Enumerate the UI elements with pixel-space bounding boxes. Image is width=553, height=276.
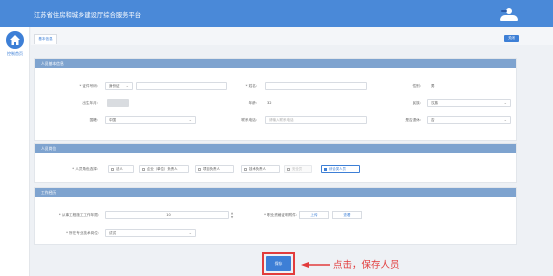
checkbox-icon xyxy=(287,168,290,171)
position-select[interactable]: 试试 ⌄ xyxy=(105,229,196,237)
years-label: * 从事工程施工工作年限: xyxy=(58,213,99,217)
app-title: 江苏省住房和城乡建设厅综合服务平台 xyxy=(34,12,142,19)
checkbox-icon xyxy=(244,168,247,171)
nationality-label: 国籍: xyxy=(89,118,98,122)
role-card: 人员岗位 * 人员角色选择: 法人 企业（单位）负责人 项目负责人 技术负责人 … xyxy=(34,143,517,183)
nationality-select[interactable]: 中国 ⌄ xyxy=(105,116,196,124)
work-card: 工作经历 * 从事工程施工工作年限: 10 ▲ ▼ * 职业资格证明附件: 上传… xyxy=(34,187,517,245)
gender-label: 性别: xyxy=(412,84,421,88)
birth-value-redacted xyxy=(107,99,129,107)
role-option-tech-head[interactable]: 技术负责人 xyxy=(241,165,280,173)
view-button[interactable]: 查看 xyxy=(332,211,362,219)
chevron-down-icon: ⌄ xyxy=(503,100,507,105)
years-input[interactable]: 10 xyxy=(105,211,229,219)
main-content: 基本信息 关闭 人员基本信息 * 证件号码: 身份证 ⌄ * 姓名: 性别: 男… xyxy=(31,27,553,276)
ethnicity-label: 民族: xyxy=(412,101,421,105)
chevron-down-icon: ⌄ xyxy=(188,117,192,122)
save-button[interactable]: 保存 xyxy=(266,256,291,271)
checkbox-icon xyxy=(142,168,145,171)
nationality-value: 中国 xyxy=(109,118,116,122)
chevron-down-icon: ⌄ xyxy=(503,117,507,122)
ethnicity-select[interactable]: 汉族 ⌄ xyxy=(427,99,511,107)
position-value: 试试 xyxy=(109,231,116,235)
ethnicity-value: 汉族 xyxy=(431,101,438,105)
contact-input[interactable]: 请输入联系电话 xyxy=(265,116,367,124)
position-label: * 所在专业技术岗位: xyxy=(66,231,99,235)
birth-label: 出生年月: xyxy=(82,101,98,105)
role-option-general[interactable]: 综合类人员 xyxy=(321,165,360,173)
retired-label: 是否退休: xyxy=(405,118,421,122)
checkbox-icon xyxy=(111,168,114,171)
section-title: 人员岗位 xyxy=(35,144,516,153)
upload-button[interactable]: 上传 xyxy=(299,211,329,219)
id-type-select[interactable]: 身份证 ⌄ xyxy=(105,82,133,90)
left-nav: 控制首页 xyxy=(0,27,30,276)
role-option-legal-rep[interactable]: 法人 xyxy=(108,165,134,173)
arrow-left-icon xyxy=(301,262,330,268)
close-button[interactable]: 关闭 xyxy=(504,35,519,42)
user-avatar[interactable] xyxy=(496,6,522,23)
chevron-down-icon: ⌄ xyxy=(125,83,129,88)
decrement-icon[interactable]: ▼ xyxy=(230,215,234,219)
retired-value: 否 xyxy=(431,118,435,122)
section-title: 工作经历 xyxy=(35,188,516,197)
home-button[interactable] xyxy=(6,31,24,49)
checkbox-checked-icon xyxy=(324,168,327,171)
retired-select[interactable]: 否 ⌄ xyxy=(427,116,511,124)
name-label: * 姓名: xyxy=(245,84,257,88)
avatar-badge xyxy=(501,10,507,12)
home-label: 控制首页 xyxy=(7,51,23,56)
chevron-down-icon: ⌄ xyxy=(188,230,192,235)
id-type-value: 身份证 xyxy=(109,84,120,88)
contact-label: 联系电话: xyxy=(241,118,257,122)
section-title: 人员基本信息 xyxy=(35,59,516,68)
role-label: * 人员角色选择: xyxy=(72,167,98,171)
id-type-label: * 证件号码: xyxy=(79,84,98,88)
age-value: 32 xyxy=(267,101,272,105)
avatar-body xyxy=(500,15,518,21)
name-input[interactable] xyxy=(265,82,367,90)
id-number-input[interactable] xyxy=(136,82,227,90)
home-icon xyxy=(10,35,20,45)
proof-label: * 职业资格证明附件: xyxy=(264,213,297,217)
tab-basic-info[interactable]: 基本信息 xyxy=(34,34,57,44)
role-option-project-head[interactable]: 项目负责人 xyxy=(195,165,234,173)
gender-value: 男 xyxy=(431,84,435,88)
top-header: 江苏省住房和城乡建设厅综合服务平台 xyxy=(0,0,553,27)
person-info-card: 人员基本信息 * 证件号码: 身份证 ⌄ * 姓名: 性别: 男 出生年月: 年… xyxy=(34,58,517,141)
annotation-text: 点击，保存人员 xyxy=(333,260,400,271)
tab-bar: 基本信息 关闭 xyxy=(31,27,553,45)
years-value: 10 xyxy=(166,213,171,217)
checkbox-icon xyxy=(198,168,201,171)
age-label: 年龄: xyxy=(248,101,257,105)
role-option-safety[interactable]: 安全员 xyxy=(284,165,312,173)
role-option-company-head[interactable]: 企业（单位）负责人 xyxy=(139,165,189,173)
